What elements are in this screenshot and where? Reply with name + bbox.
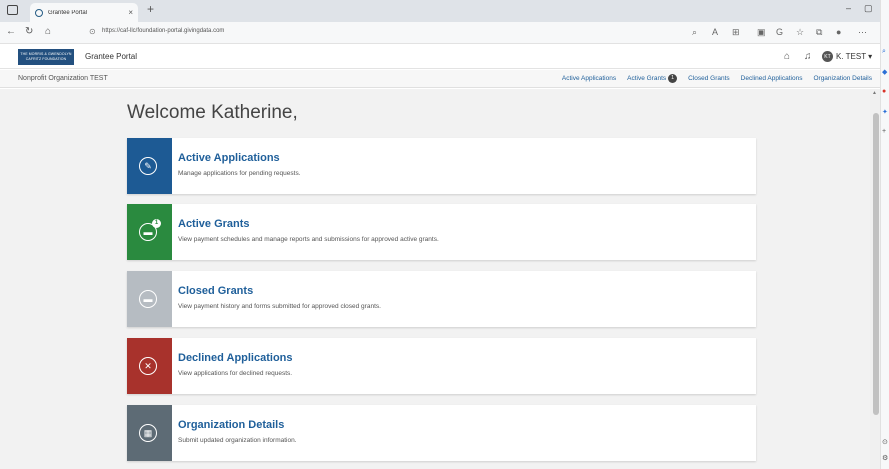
address-bar: ← ↻ ⌂ ⊙ https://caf-llc/foundation-porta… — [0, 22, 889, 44]
card-description: View payment history and forms submitted… — [178, 303, 381, 310]
user-label: K. TEST ▾ — [836, 52, 873, 61]
search-icon[interactable]: ⌕ — [882, 48, 886, 56]
tab-title: Grantee Portal — [48, 9, 88, 16]
nav-active-applications[interactable]: Active Applications — [562, 74, 616, 83]
card-description: View applications for declined requests. — [178, 370, 293, 377]
card-title[interactable]: Active Applications — [178, 152, 280, 164]
tab-close-icon[interactable]: × — [128, 8, 133, 17]
more-icon[interactable]: ⋯ — [858, 27, 867, 38]
browser-tab-bar: Grantee Portal × + – ▢ — [0, 0, 889, 22]
bell-icon[interactable]: ♫ — [804, 51, 812, 62]
back-icon[interactable]: ← — [6, 26, 16, 37]
gear-icon[interactable]: ⚙ — [882, 454, 888, 462]
search-icon[interactable]: ⌕ — [692, 27, 697, 38]
card-title[interactable]: Organization Details — [178, 419, 284, 431]
x-circle-icon: ✕ — [139, 357, 157, 375]
card-organization-details[interactable]: ▦ Organization Details Submit updated or… — [127, 405, 756, 461]
tools-icon[interactable]: ✦ — [882, 108, 888, 116]
user-menu[interactable]: KT K. TEST ▾ — [822, 51, 872, 62]
card-active-applications[interactable]: ✎ Active Applications Manage application… — [127, 138, 756, 194]
card-title[interactable]: Closed Grants — [178, 285, 253, 297]
minimize-button[interactable]: – — [846, 3, 851, 13]
card-icon-box: ▬ — [127, 271, 172, 327]
games-icon[interactable]: ● — [882, 88, 886, 95]
refresh-icon[interactable]: ↻ — [25, 26, 33, 37]
scroll-up-icon[interactable]: ▲ — [872, 90, 877, 96]
card-closed-grants[interactable]: ▬ Closed Grants View payment history and… — [127, 271, 756, 327]
collections-icon[interactable]: ⧉ — [816, 27, 822, 38]
read-aloud-icon[interactable]: A — [712, 27, 718, 37]
count-badge: 1 — [152, 219, 161, 228]
card-title[interactable]: Active Grants — [178, 218, 250, 230]
card-description: Submit updated organization information. — [178, 437, 297, 444]
lock-icon: ⊙ — [89, 27, 96, 36]
nav-active-grants[interactable]: Active Grants 1 — [627, 74, 678, 83]
card-icon-box: ▬ 1 — [127, 204, 172, 260]
card-icon-box: ▦ — [127, 405, 172, 461]
profile-icon[interactable]: ● — [836, 27, 841, 37]
sidebar-settings-icon[interactable]: ⊙ — [882, 438, 888, 446]
shopping-icon[interactable]: ◆ — [882, 68, 887, 76]
sub-navigation: Nonprofit Organization TEST Active Appli… — [0, 70, 880, 88]
folder-icon: ▬ — [139, 290, 157, 308]
portal-header: THE MORRIS & GWENDOLYN CAFRITZ FOUNDATIO… — [0, 45, 880, 69]
restore-button[interactable]: ▢ — [864, 3, 873, 14]
card-active-grants[interactable]: ▬ 1 Active Grants View payment schedules… — [127, 204, 756, 260]
favorites-icon[interactable]: ☆ — [796, 27, 804, 38]
app-icon[interactable]: ⊞ — [732, 27, 740, 38]
card-icon-box: ✎ — [127, 138, 172, 194]
home-icon[interactable]: ⌂ — [45, 26, 51, 37]
card-description: Manage applications for pending requests… — [178, 170, 301, 177]
scrollbar-thumb[interactable] — [873, 113, 879, 415]
home-icon[interactable]: ⌂ — [784, 51, 790, 62]
card-declined-applications[interactable]: ✕ Declined Applications View application… — [127, 338, 756, 394]
nav-organization-details[interactable]: Organization Details — [813, 74, 872, 83]
count-badge: 1 — [668, 74, 678, 83]
avatar: KT — [822, 51, 833, 62]
url-field[interactable]: https://caf-llc/foundation-portal.giving… — [102, 28, 224, 34]
pencil-icon: ✎ — [139, 157, 157, 175]
subnav-links: Active Applications Active Grants 1 Close… — [562, 74, 872, 83]
foundation-logo[interactable]: THE MORRIS & GWENDOLYN CAFRITZ FOUNDATIO… — [18, 49, 74, 65]
browser-tab[interactable]: Grantee Portal × — [30, 3, 138, 22]
building-icon: ▦ — [139, 424, 157, 442]
nav-declined-applications[interactable]: Declined Applications — [741, 74, 803, 83]
tab-actions-icon[interactable] — [7, 5, 18, 15]
card-icon-box: ✕ — [127, 338, 172, 394]
nav-closed-grants[interactable]: Closed Grants — [688, 74, 730, 83]
welcome-heading: Welcome Katherine, — [127, 102, 298, 123]
card-description: View payment schedules and manage report… — [178, 236, 439, 243]
organization-name: Nonprofit Organization TEST — [18, 75, 108, 82]
favicon-icon — [35, 8, 43, 17]
add-icon[interactable]: + — [882, 128, 886, 135]
extension-icon[interactable]: ▣ — [757, 27, 766, 38]
new-tab-button[interactable]: + — [147, 2, 154, 16]
card-title[interactable]: Declined Applications — [178, 352, 293, 364]
portal-title: Grantee Portal — [85, 52, 138, 61]
g-icon[interactable]: G — [776, 27, 783, 37]
